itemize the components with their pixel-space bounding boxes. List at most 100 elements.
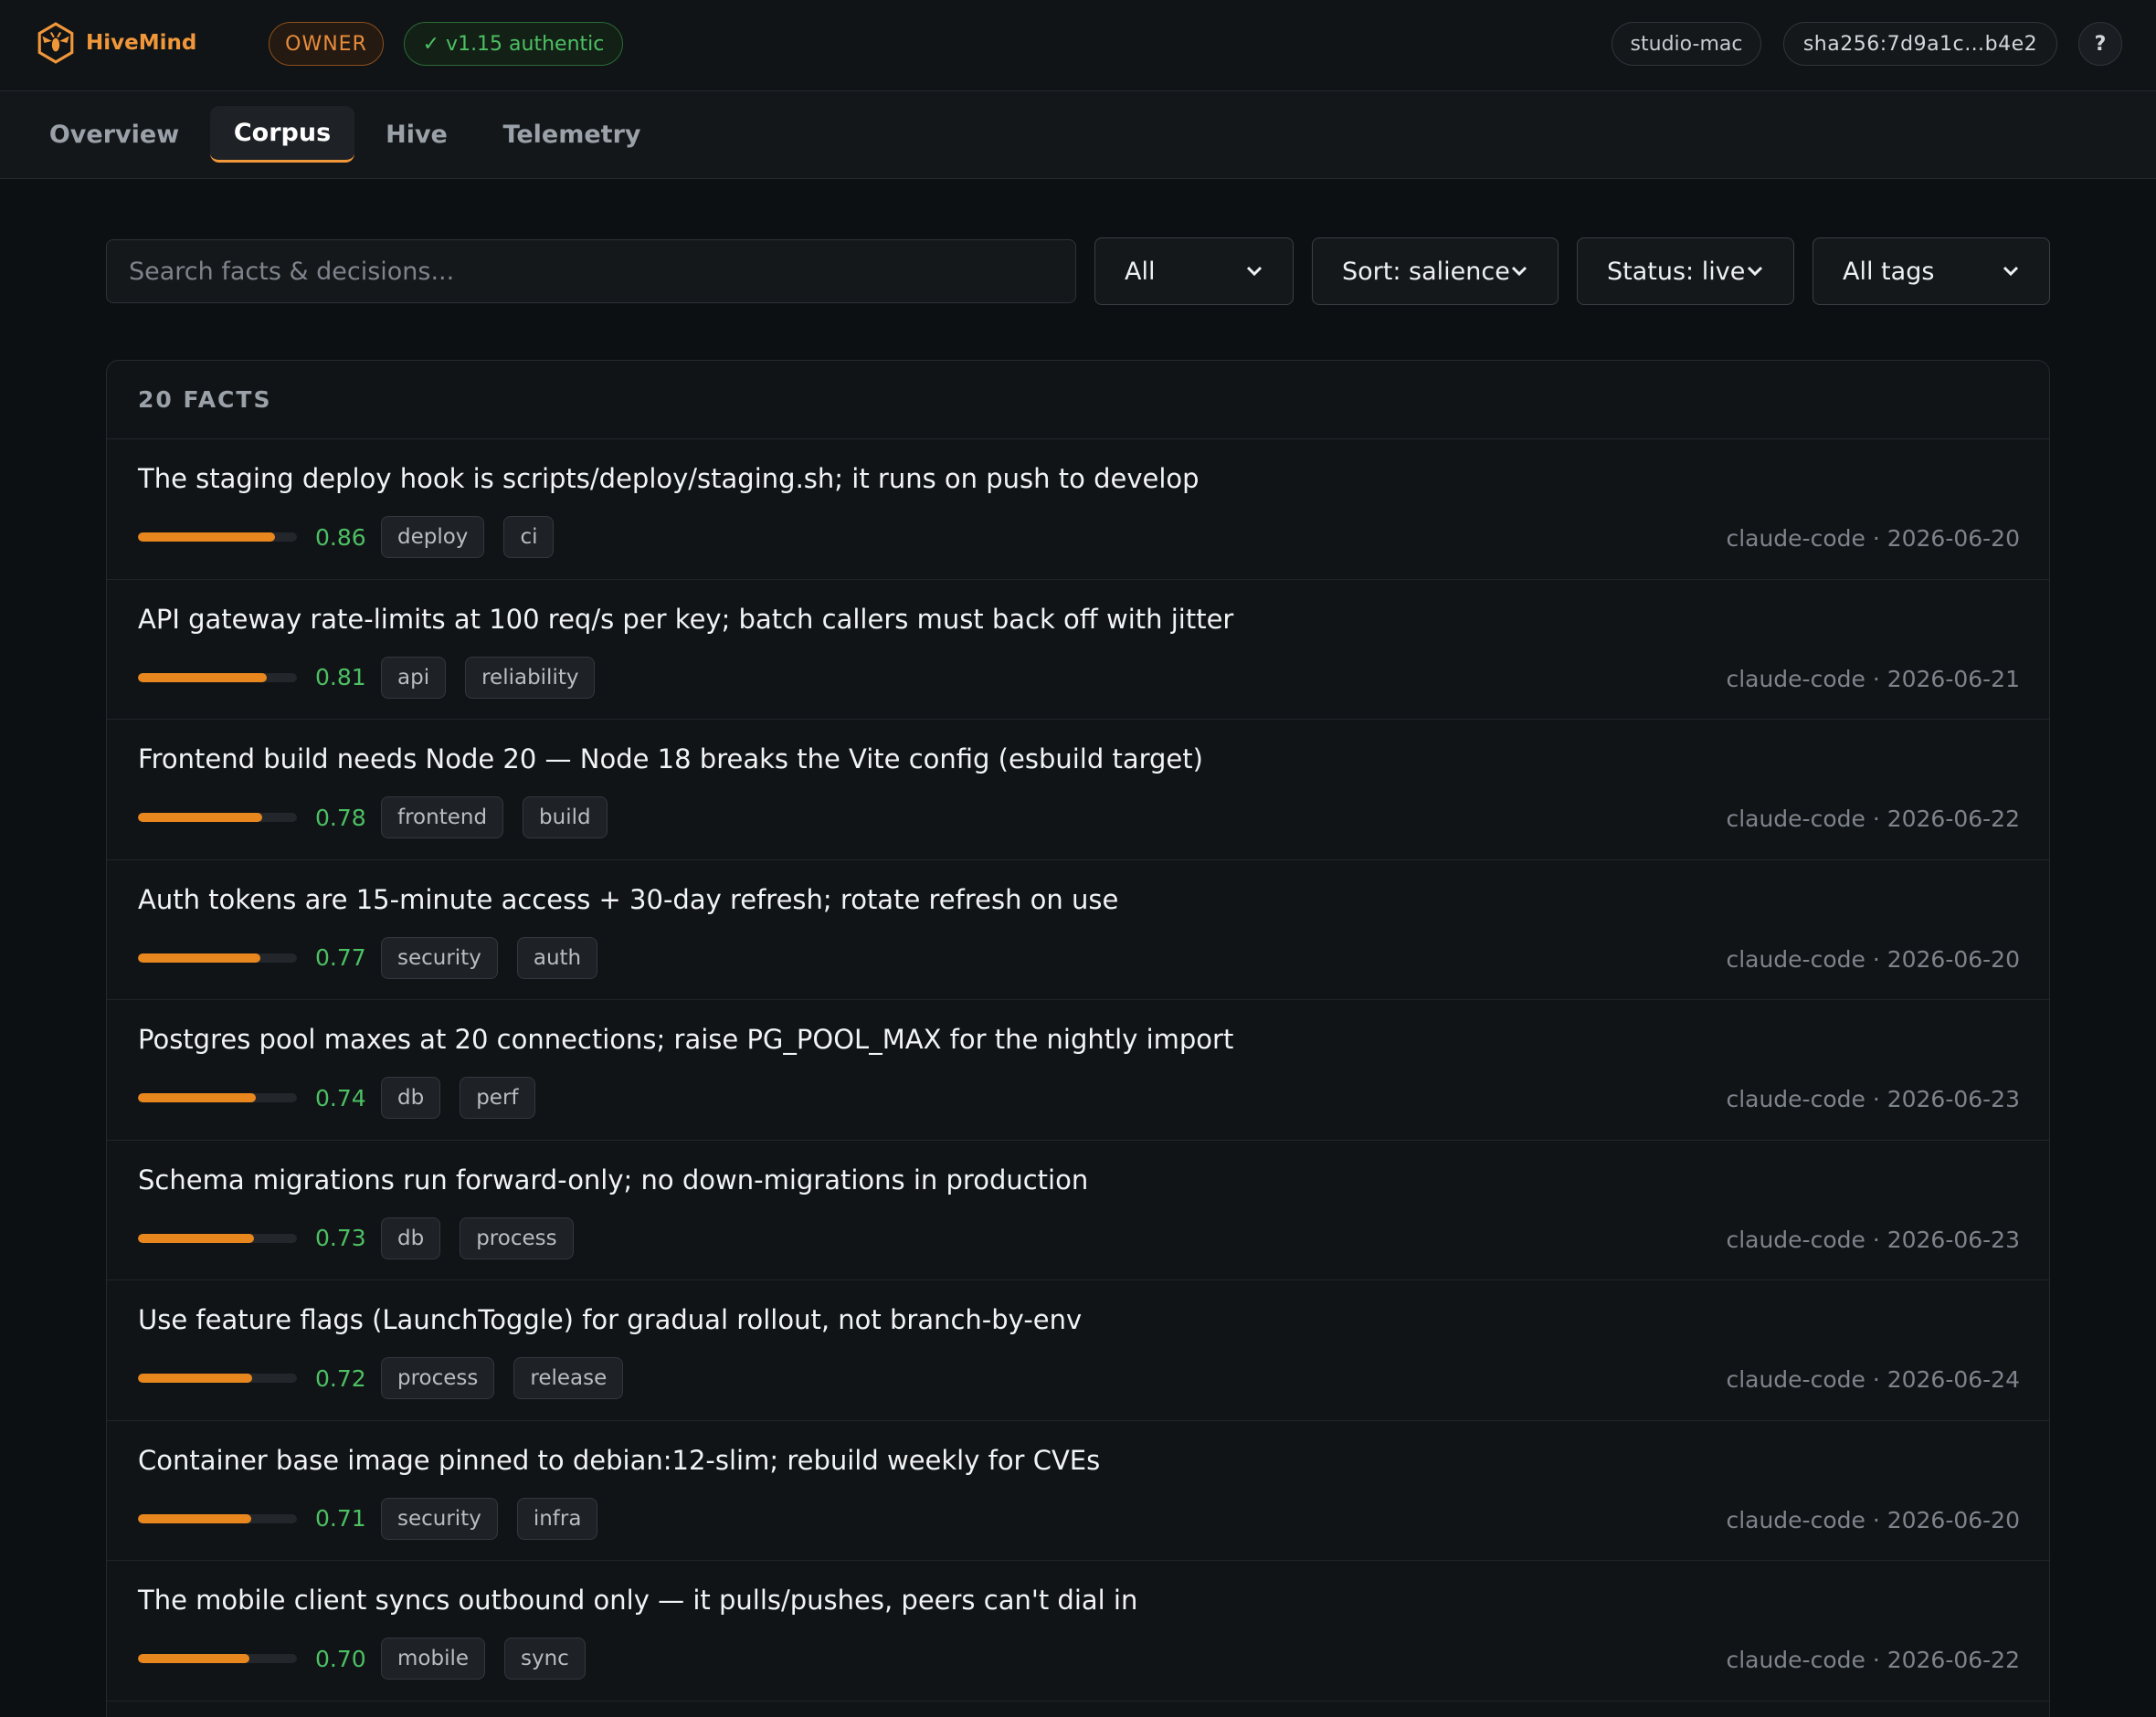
fact-row[interactable]: Schema migrations run forward-only; no d… — [107, 1141, 2049, 1280]
fact-row[interactable]: Use feature flags (LaunchToggle) for gra… — [107, 1280, 2049, 1421]
tag-chip[interactable]: build — [523, 796, 608, 838]
facts-count-header: 20 FACTS — [107, 361, 2049, 439]
fact-meta: 0.77 security auth — [138, 936, 617, 979]
hash-badge[interactable]: sha256:7d9a1c…b4e2 — [1783, 22, 2057, 66]
chevron-down-icon — [1511, 266, 1527, 277]
tag-chip[interactable]: frontend — [381, 796, 504, 838]
salience-bar-fill — [138, 1233, 255, 1243]
type-select[interactable]: All — [1094, 237, 1294, 305]
facts-list: The staging deploy hook is scripts/deplo… — [107, 439, 2049, 1701]
fact-source: claude-code · 2026-06-23 — [1726, 1086, 2020, 1112]
tag-chip[interactable]: auth — [516, 936, 598, 979]
fact-source: claude-code · 2026-06-22 — [1726, 806, 2020, 832]
fact-text: Postgres pool maxes at 20 connections; r… — [138, 1024, 1234, 1055]
tag-chip[interactable]: deploy — [381, 516, 485, 558]
tag-chip[interactable]: reliability — [465, 656, 596, 699]
salience-bar — [138, 672, 297, 682]
fact-source: claude-code · 2026-06-20 — [1726, 945, 2020, 973]
fact-row[interactable]: Container base image pinned to debian:12… — [107, 1421, 2049, 1561]
tag-chip[interactable]: perf — [460, 1077, 535, 1119]
salience-bar-fill — [138, 813, 262, 822]
tag-chip[interactable]: sync — [504, 1638, 586, 1680]
fact-source: claude-code · 2026-06-24 — [1726, 1366, 2020, 1393]
tag-chip[interactable]: process — [460, 1217, 574, 1259]
auth-status-badge: ✓ v1.15 authentic — [404, 22, 623, 66]
tab-bar: Overview Corpus Hive Telemetry — [0, 91, 2156, 179]
sort-select[interactable]: Sort: salience — [1312, 237, 1559, 305]
fact-text: Schema migrations run forward-only; no d… — [138, 1164, 1089, 1196]
salience-bar — [138, 1513, 297, 1523]
fact-source: claude-code · 2026-06-23 — [1726, 1226, 2020, 1253]
salience-score: 0.78 — [315, 804, 366, 831]
tag-chip[interactable]: security — [381, 1497, 498, 1540]
fact-text: Container base image pinned to debian:12… — [138, 1444, 1101, 1476]
fact-meta: 0.86 deploy ci — [138, 516, 573, 558]
tab-overview[interactable]: Overview — [27, 106, 201, 163]
top-bar: HiveMind OWNER ✓ v1.15 authentic studio-… — [0, 0, 2156, 91]
tag-chip[interactable]: db — [381, 1217, 441, 1259]
salience-score: 0.81 — [315, 664, 366, 690]
help-button[interactable]: ? — [2078, 22, 2122, 66]
salience-score: 0.86 — [315, 523, 366, 551]
sort-select-value: Sort: salience — [1342, 257, 1510, 286]
tag-chip[interactable]: db — [381, 1077, 441, 1119]
salience-bar — [138, 1654, 297, 1663]
facts-panel: 20 FACTS The staging deploy hook is scri… — [106, 360, 2050, 1717]
tag-chip[interactable]: security — [381, 936, 498, 979]
tags-select[interactable]: All tags — [1813, 237, 2050, 305]
status-select-value: Status: live — [1607, 257, 1746, 286]
salience-bar-fill — [138, 1654, 249, 1663]
fact-source: claude-code · 2026-06-20 — [1726, 1506, 2020, 1533]
hive-logo-icon — [37, 22, 74, 64]
salience-score: 0.72 — [315, 1364, 366, 1392]
salience-score: 0.70 — [315, 1645, 366, 1672]
salience-bar-fill — [138, 532, 275, 542]
type-select-value: All — [1125, 257, 1156, 286]
salience-bar — [138, 1374, 297, 1383]
salience-score: 0.74 — [315, 1084, 366, 1111]
salience-bar-fill — [138, 1513, 251, 1523]
salience-score: 0.77 — [315, 944, 366, 971]
chevron-down-icon — [1747, 266, 1763, 277]
fact-source: claude-code · 2026-06-20 — [1726, 525, 2020, 552]
salience-bar-fill — [138, 672, 267, 682]
role-badge: OWNER — [269, 22, 384, 66]
fact-meta: 0.70 mobile sync — [138, 1638, 605, 1680]
salience-bar — [138, 1093, 297, 1102]
fact-text: The mobile client syncs outbound only — … — [138, 1585, 1138, 1616]
fact-row[interactable]: The mobile client syncs outbound only — … — [107, 1561, 2049, 1701]
tab-telemetry[interactable]: Telemetry — [481, 106, 663, 163]
fact-row[interactable]: Auth tokens are 15-minute access + 30-da… — [107, 860, 2049, 1000]
tag-chip[interactable]: infra — [516, 1497, 598, 1540]
fact-meta: 0.81 api reliability — [138, 656, 614, 699]
fact-meta: 0.74 db perf — [138, 1077, 555, 1119]
tag-chip[interactable]: ci — [503, 516, 555, 558]
salience-bar-fill — [138, 953, 260, 963]
salience-bar — [138, 532, 297, 542]
fact-row[interactable]: Postgres pool maxes at 20 connections; r… — [107, 1000, 2049, 1141]
fact-meta: 0.78 frontend build — [138, 796, 627, 838]
device-badge[interactable]: studio-mac — [1612, 22, 1761, 66]
fact-row[interactable]: Frontend build needs Node 20 — Node 18 b… — [107, 720, 2049, 860]
search-input[interactable] — [106, 239, 1076, 303]
status-select[interactable]: Status: live — [1577, 237, 1794, 305]
tab-corpus[interactable]: Corpus — [210, 106, 354, 163]
tag-chip[interactable]: mobile — [381, 1638, 486, 1680]
salience-bar-fill — [138, 1374, 253, 1383]
fact-text: Auth tokens are 15-minute access + 30-da… — [138, 883, 1119, 915]
salience-score: 0.71 — [315, 1505, 366, 1532]
tag-chip[interactable]: process — [381, 1357, 495, 1399]
tag-chip[interactable]: api — [381, 656, 447, 699]
tag-chip[interactable]: release — [513, 1357, 624, 1399]
chevron-down-icon — [1246, 266, 1263, 277]
fact-text: API gateway rate-limits at 100 req/s per… — [138, 603, 1234, 635]
salience-score: 0.73 — [315, 1225, 366, 1251]
brand[interactable]: HiveMind — [37, 22, 196, 64]
fact-meta: 0.73 db process — [138, 1217, 593, 1259]
tab-hive[interactable]: Hive — [365, 106, 468, 163]
fact-row[interactable]: The staging deploy hook is scripts/deplo… — [107, 439, 2049, 580]
fact-row[interactable]: API gateway rate-limits at 100 req/s per… — [107, 580, 2049, 720]
app-name: HiveMind — [86, 31, 197, 55]
salience-bar — [138, 953, 297, 963]
fact-text: Frontend build needs Node 20 — Node 18 b… — [138, 743, 1203, 774]
